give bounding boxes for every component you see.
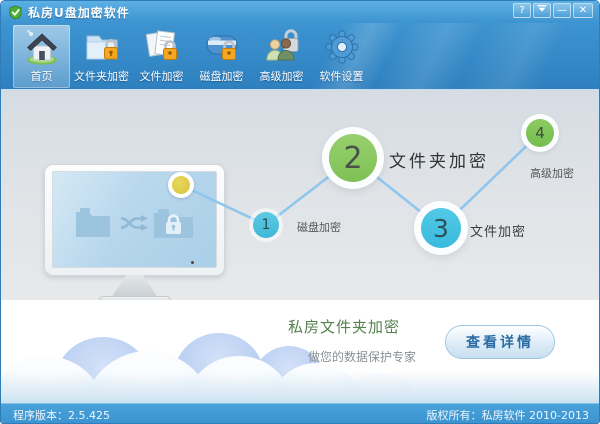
- toolbar-item-label: 软件设置: [320, 68, 364, 84]
- plain-folder-icon: [74, 206, 112, 239]
- screen-dot: [191, 261, 194, 264]
- settings-gear-icon: [323, 28, 361, 66]
- file-lock-icon: [143, 28, 181, 66]
- program-version-text: 程序版本：2.5.425: [13, 407, 110, 423]
- step-label-disk-encrypt: 磁盘加密: [297, 219, 341, 235]
- toolbar-items: 首页 文件夹加密: [13, 25, 370, 88]
- step-label-folder-encrypt: 文件夹加密: [389, 147, 489, 172]
- window-title: 私房U盘加密软件: [28, 4, 130, 21]
- step-label-advanced-encrypt: 高级加密: [530, 165, 574, 181]
- step-circle-folder-encrypt[interactable]: 2: [329, 134, 377, 182]
- toolbar-item-label: 高级加密: [260, 68, 304, 84]
- shuffle-arrows-icon: [120, 214, 150, 232]
- step-label-file-encrypt: 文件加密: [470, 221, 526, 240]
- main-toolbar: 首页 文件夹加密: [1, 23, 600, 89]
- toolbar-item-home[interactable]: 首页: [13, 25, 70, 88]
- minimize-button[interactable]: —: [553, 3, 571, 18]
- toolbar-item-label: 文件夹加密: [74, 68, 129, 84]
- toolbar-item-file-encrypt[interactable]: 文件加密: [133, 25, 190, 88]
- window-controls: ? — ✕: [513, 3, 593, 18]
- step-circle-file-encrypt[interactable]: 3: [421, 208, 461, 248]
- status-bar: 程序版本：2.5.425 版权所有：私房软件 2010-2013: [1, 403, 600, 424]
- start-dot-inner: [172, 176, 190, 194]
- locked-folder-icon: [152, 205, 195, 240]
- app-window: 私房U盘加密软件 ? — ✕: [0, 0, 600, 424]
- step-circle-disk-encrypt[interactable]: 1: [253, 212, 279, 238]
- promo-title: 私房文件夹加密: [288, 316, 400, 337]
- disk-lock-icon: [203, 28, 241, 66]
- toolbar-item-folder-encrypt[interactable]: 文件夹加密: [73, 25, 130, 88]
- copyright-text: 版权所有：私房软件 2010-2013: [427, 407, 589, 423]
- toolbar-item-disk-encrypt[interactable]: 磁盘加密: [193, 25, 250, 88]
- start-dot: [168, 172, 194, 198]
- skin-menu-button[interactable]: [533, 3, 551, 18]
- step-circle-advanced-encrypt[interactable]: 4: [526, 119, 554, 147]
- view-details-button[interactable]: 查看详情: [445, 325, 555, 359]
- shield-logo-icon: [8, 5, 23, 20]
- home-icon: [23, 28, 61, 66]
- toolbar-item-advanced-encrypt[interactable]: 高级加密: [253, 25, 310, 88]
- promo-subtitle: 做您的数据保护专家: [308, 348, 416, 365]
- help-button[interactable]: ?: [513, 3, 531, 18]
- toolbar-item-label: 文件加密: [140, 68, 184, 84]
- close-button[interactable]: ✕: [573, 3, 593, 18]
- people-lock-icon: [263, 28, 301, 66]
- skin-dropdown-icon: [537, 4, 547, 13]
- toolbar-item-label: 磁盘加密: [200, 68, 244, 84]
- toolbar-item-label: 首页: [31, 68, 53, 84]
- title-bar[interactable]: 私房U盘加密软件 ? — ✕: [1, 1, 600, 23]
- toolbar-item-settings[interactable]: 软件设置: [313, 25, 370, 88]
- bottom-gradient-band: [1, 371, 600, 403]
- folder-lock-icon: [83, 28, 121, 66]
